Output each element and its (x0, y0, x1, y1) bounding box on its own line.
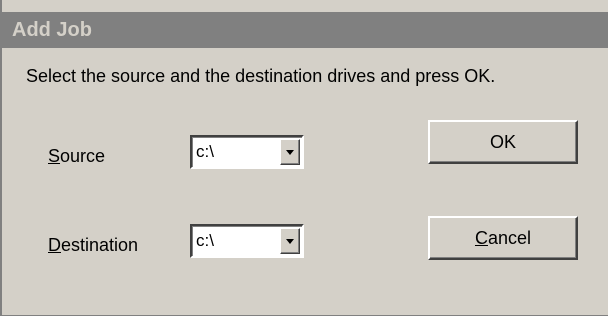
ok-label: OK (489, 132, 516, 152)
source-label: Source (48, 146, 105, 167)
title-bar[interactable]: Add Job (2, 12, 608, 48)
source-dropdown[interactable]: c:\ (190, 135, 304, 169)
dialog-title: Add Job (12, 19, 92, 41)
destination-dropdown[interactable]: c:\ (190, 224, 304, 258)
cancel-label-rest: ancel (487, 228, 532, 248)
destination-dropdown-button[interactable] (280, 228, 300, 254)
instruction-text: Select the source and the destination dr… (26, 66, 496, 86)
cancel-button[interactable]: Cancel (428, 216, 578, 260)
add-job-dialog: Add Job Select the source and the destin… (0, 0, 608, 316)
source-dropdown-button[interactable] (280, 139, 300, 165)
destination-label: Destination (48, 235, 138, 256)
destination-label-rest: estination (61, 235, 139, 255)
chevron-down-icon (286, 239, 294, 244)
source-mnemonic: S (48, 146, 61, 166)
cancel-label: Cancel (475, 228, 531, 248)
ok-button[interactable]: OK (428, 120, 578, 164)
cancel-mnemonic: C (474, 228, 488, 248)
chevron-down-icon (286, 150, 294, 155)
source-label-rest: ource (60, 146, 106, 166)
destination-mnemonic: D (48, 235, 61, 255)
source-value: c:\ (196, 142, 214, 161)
destination-value: c:\ (196, 231, 214, 250)
